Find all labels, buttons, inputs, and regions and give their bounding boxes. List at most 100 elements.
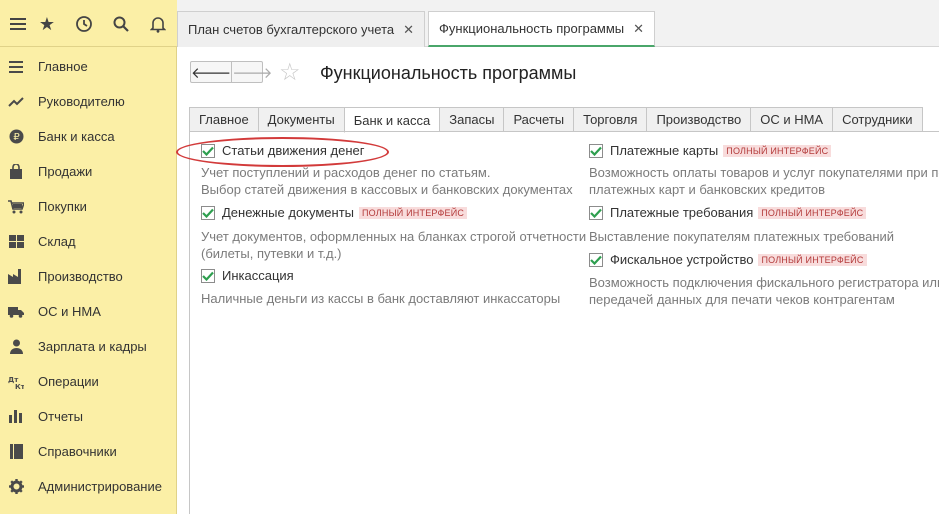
checkbox-payment-cards[interactable]	[589, 143, 603, 158]
option-fiscal-device: Фискальное устройство ПОЛНЫЙ ИНТЕРФЕЙС	[589, 252, 867, 267]
tab-functionality[interactable]: Функциональность программы ✕	[428, 11, 656, 47]
close-icon[interactable]: ✕	[633, 21, 644, 37]
option-description: Возможность подключения фискального реги…	[589, 274, 939, 308]
tab-inventory[interactable]: Запасы	[439, 107, 504, 132]
menu-icon[interactable]	[6, 12, 30, 36]
option-label: Фискальное устройство	[610, 252, 754, 267]
favorites-star-icon[interactable]: ★	[35, 12, 59, 36]
sidebar-item-label: Отчеты	[38, 409, 83, 424]
search-icon[interactable]	[109, 12, 133, 36]
checkbox-encashment[interactable]	[201, 268, 215, 283]
option-description: Учет документов, оформленных на бланках …	[201, 228, 586, 262]
sidebar-item-sales[interactable]: Продажи	[0, 154, 176, 189]
tab-main[interactable]: Главное	[189, 107, 258, 132]
nav-buttons: 🡐 🡒	[190, 61, 272, 83]
description-line: Выставление покупателям платежных требов…	[589, 229, 895, 244]
favorite-star-icon[interactable]: ☆	[279, 58, 301, 87]
ruble-icon: ₽	[8, 129, 24, 145]
sidebar-item-manager[interactable]: Руководителю	[0, 84, 176, 119]
sidebar-item-label: ОС и НМА	[38, 304, 101, 319]
sidebar-item-label: Администрирование	[38, 479, 162, 494]
option-cash-flow-items: Статьи движения денег	[201, 143, 364, 158]
forward-arrow-icon[interactable]: 🡒	[231, 62, 272, 82]
checkbox-money-documents[interactable]	[201, 205, 215, 220]
description-line: Учет поступлений и расходов денег по ста…	[201, 165, 491, 180]
close-icon[interactable]: ✕	[403, 22, 414, 38]
option-description: Учет поступлений и расходов денег по ста…	[201, 164, 573, 198]
option-money-documents: Денежные документы ПОЛНЫЙ ИНТЕРФЕЙС	[201, 205, 468, 220]
page-title: Функциональность программы	[320, 63, 577, 83]
sidebar-item-purchases[interactable]: Покупки	[0, 189, 176, 224]
dt-kt-icon: Дт Кт	[8, 374, 24, 390]
option-payment-cards: Платежные карты ПОЛНЫЙ ИНТЕРФЕЙС	[589, 143, 832, 158]
option-description: Выставление покупателям платежных требов…	[589, 228, 894, 245]
tab-bank-and-cash[interactable]: Банк и касса	[343, 107, 440, 133]
checkbox-payment-requests[interactable]	[589, 205, 603, 220]
full-interface-badge: ПОЛНЫЙ ИНТЕРФЕЙС	[359, 206, 468, 219]
option-label: Платежные требования	[610, 205, 754, 220]
section-tabs: Главное Документы Банк и касса Запасы Ра…	[189, 107, 923, 133]
tab-settlements[interactable]: Расчеты	[503, 107, 574, 132]
svg-text:Кт: Кт	[15, 383, 24, 389]
toolbar-icons: ★	[0, 0, 177, 47]
description-line: Учет документов, оформленных на бланках …	[201, 229, 587, 244]
sidebar-item-directories[interactable]: Справочники	[0, 434, 176, 469]
sidebar-item-reports[interactable]: Отчеты	[0, 399, 176, 434]
bell-icon[interactable]	[146, 12, 170, 36]
tab-chart-of-accounts[interactable]: План счетов бухгалтерского учета ✕	[177, 11, 426, 47]
option-payment-requests: Платежные требования ПОЛНЫЙ ИНТЕРФЕЙС	[589, 205, 867, 220]
tab-documents[interactable]: Документы	[257, 107, 344, 132]
factory-icon	[8, 269, 24, 285]
option-label: Денежные документы	[222, 205, 355, 220]
checkbox-fiscal-device[interactable]	[589, 252, 603, 267]
option-label: Платежные карты	[610, 143, 719, 158]
bag-icon	[8, 164, 24, 180]
sidebar-item-main[interactable]: Главное	[0, 49, 176, 84]
tab-fixed-assets[interactable]: ОС и НМА	[750, 107, 833, 132]
open-tabs: План счетов бухгалтерского учета ✕ Функц…	[177, 11, 658, 47]
description-line: Выбор статей движения в кассовых и банко…	[201, 182, 573, 197]
full-interface-badge: ПОЛНЫЙ ИНТЕРФЕЙС	[758, 206, 867, 219]
svg-text:₽: ₽	[13, 132, 20, 143]
sidebar-item-fixed-assets[interactable]: ОС и НМА	[0, 294, 176, 329]
sidebar-item-warehouse[interactable]: Склад	[0, 224, 176, 259]
sidebar-item-administration[interactable]: Администрирование	[0, 469, 176, 504]
description-line: Наличные деньги из кассы в банк доставля…	[201, 291, 561, 306]
description-line: передачей данных для печати чеков контра…	[589, 292, 895, 307]
option-encashment: Инкассация	[201, 268, 294, 283]
content-border	[189, 131, 190, 514]
tabs-divider	[189, 131, 939, 132]
sidebar-item-bank[interactable]: ₽ Банк и касса	[0, 119, 176, 154]
sidebar-item-label: Склад	[38, 234, 76, 249]
description-line: (билеты, путевки и т.д.)	[201, 246, 342, 261]
option-label: Статьи движения денег	[222, 143, 365, 158]
sidebar-item-label: Банк и касса	[38, 129, 115, 144]
full-interface-badge: ПОЛНЫЙ ИНТЕРФЕЙС	[723, 144, 832, 157]
sidebar-item-salary[interactable]: Зарплата и кадры	[0, 329, 176, 364]
sidebar-item-label: Операции	[38, 374, 99, 389]
truck-icon	[8, 304, 24, 320]
description-line: Возможность оплаты товаров и услуг покуп…	[589, 165, 939, 180]
sidebar-item-label: Производство	[38, 269, 123, 284]
book-icon	[8, 444, 24, 460]
sidebar-item-label: Справочники	[38, 444, 117, 459]
warehouse-icon	[8, 234, 24, 250]
cart-icon	[8, 199, 24, 215]
top-bar: ★ План счетов бухгалтерского учета ✕ Фун…	[0, 0, 939, 47]
sidebar-item-label: Руководителю	[38, 94, 125, 109]
trend-icon	[8, 94, 24, 110]
sidebar-item-operations[interactable]: Дт Кт Операции	[0, 364, 176, 399]
tab-production[interactable]: Производство	[646, 107, 751, 132]
option-description: Наличные деньги из кассы в банк доставля…	[201, 290, 560, 307]
tab-label: План счетов бухгалтерского учета	[188, 22, 395, 37]
back-arrow-icon[interactable]: 🡐	[191, 62, 231, 82]
sidebar-item-label: Зарплата и кадры	[38, 339, 147, 354]
sidebar-item-production[interactable]: Производство	[0, 259, 176, 294]
history-icon[interactable]	[72, 12, 96, 36]
gear-icon	[8, 479, 24, 495]
menu-icon	[8, 59, 24, 75]
tab-employees[interactable]: Сотрудники	[832, 107, 923, 132]
checkbox-cash-flow-items[interactable]	[201, 143, 215, 158]
tab-trade[interactable]: Торговля	[573, 107, 647, 132]
person-icon	[8, 339, 24, 355]
